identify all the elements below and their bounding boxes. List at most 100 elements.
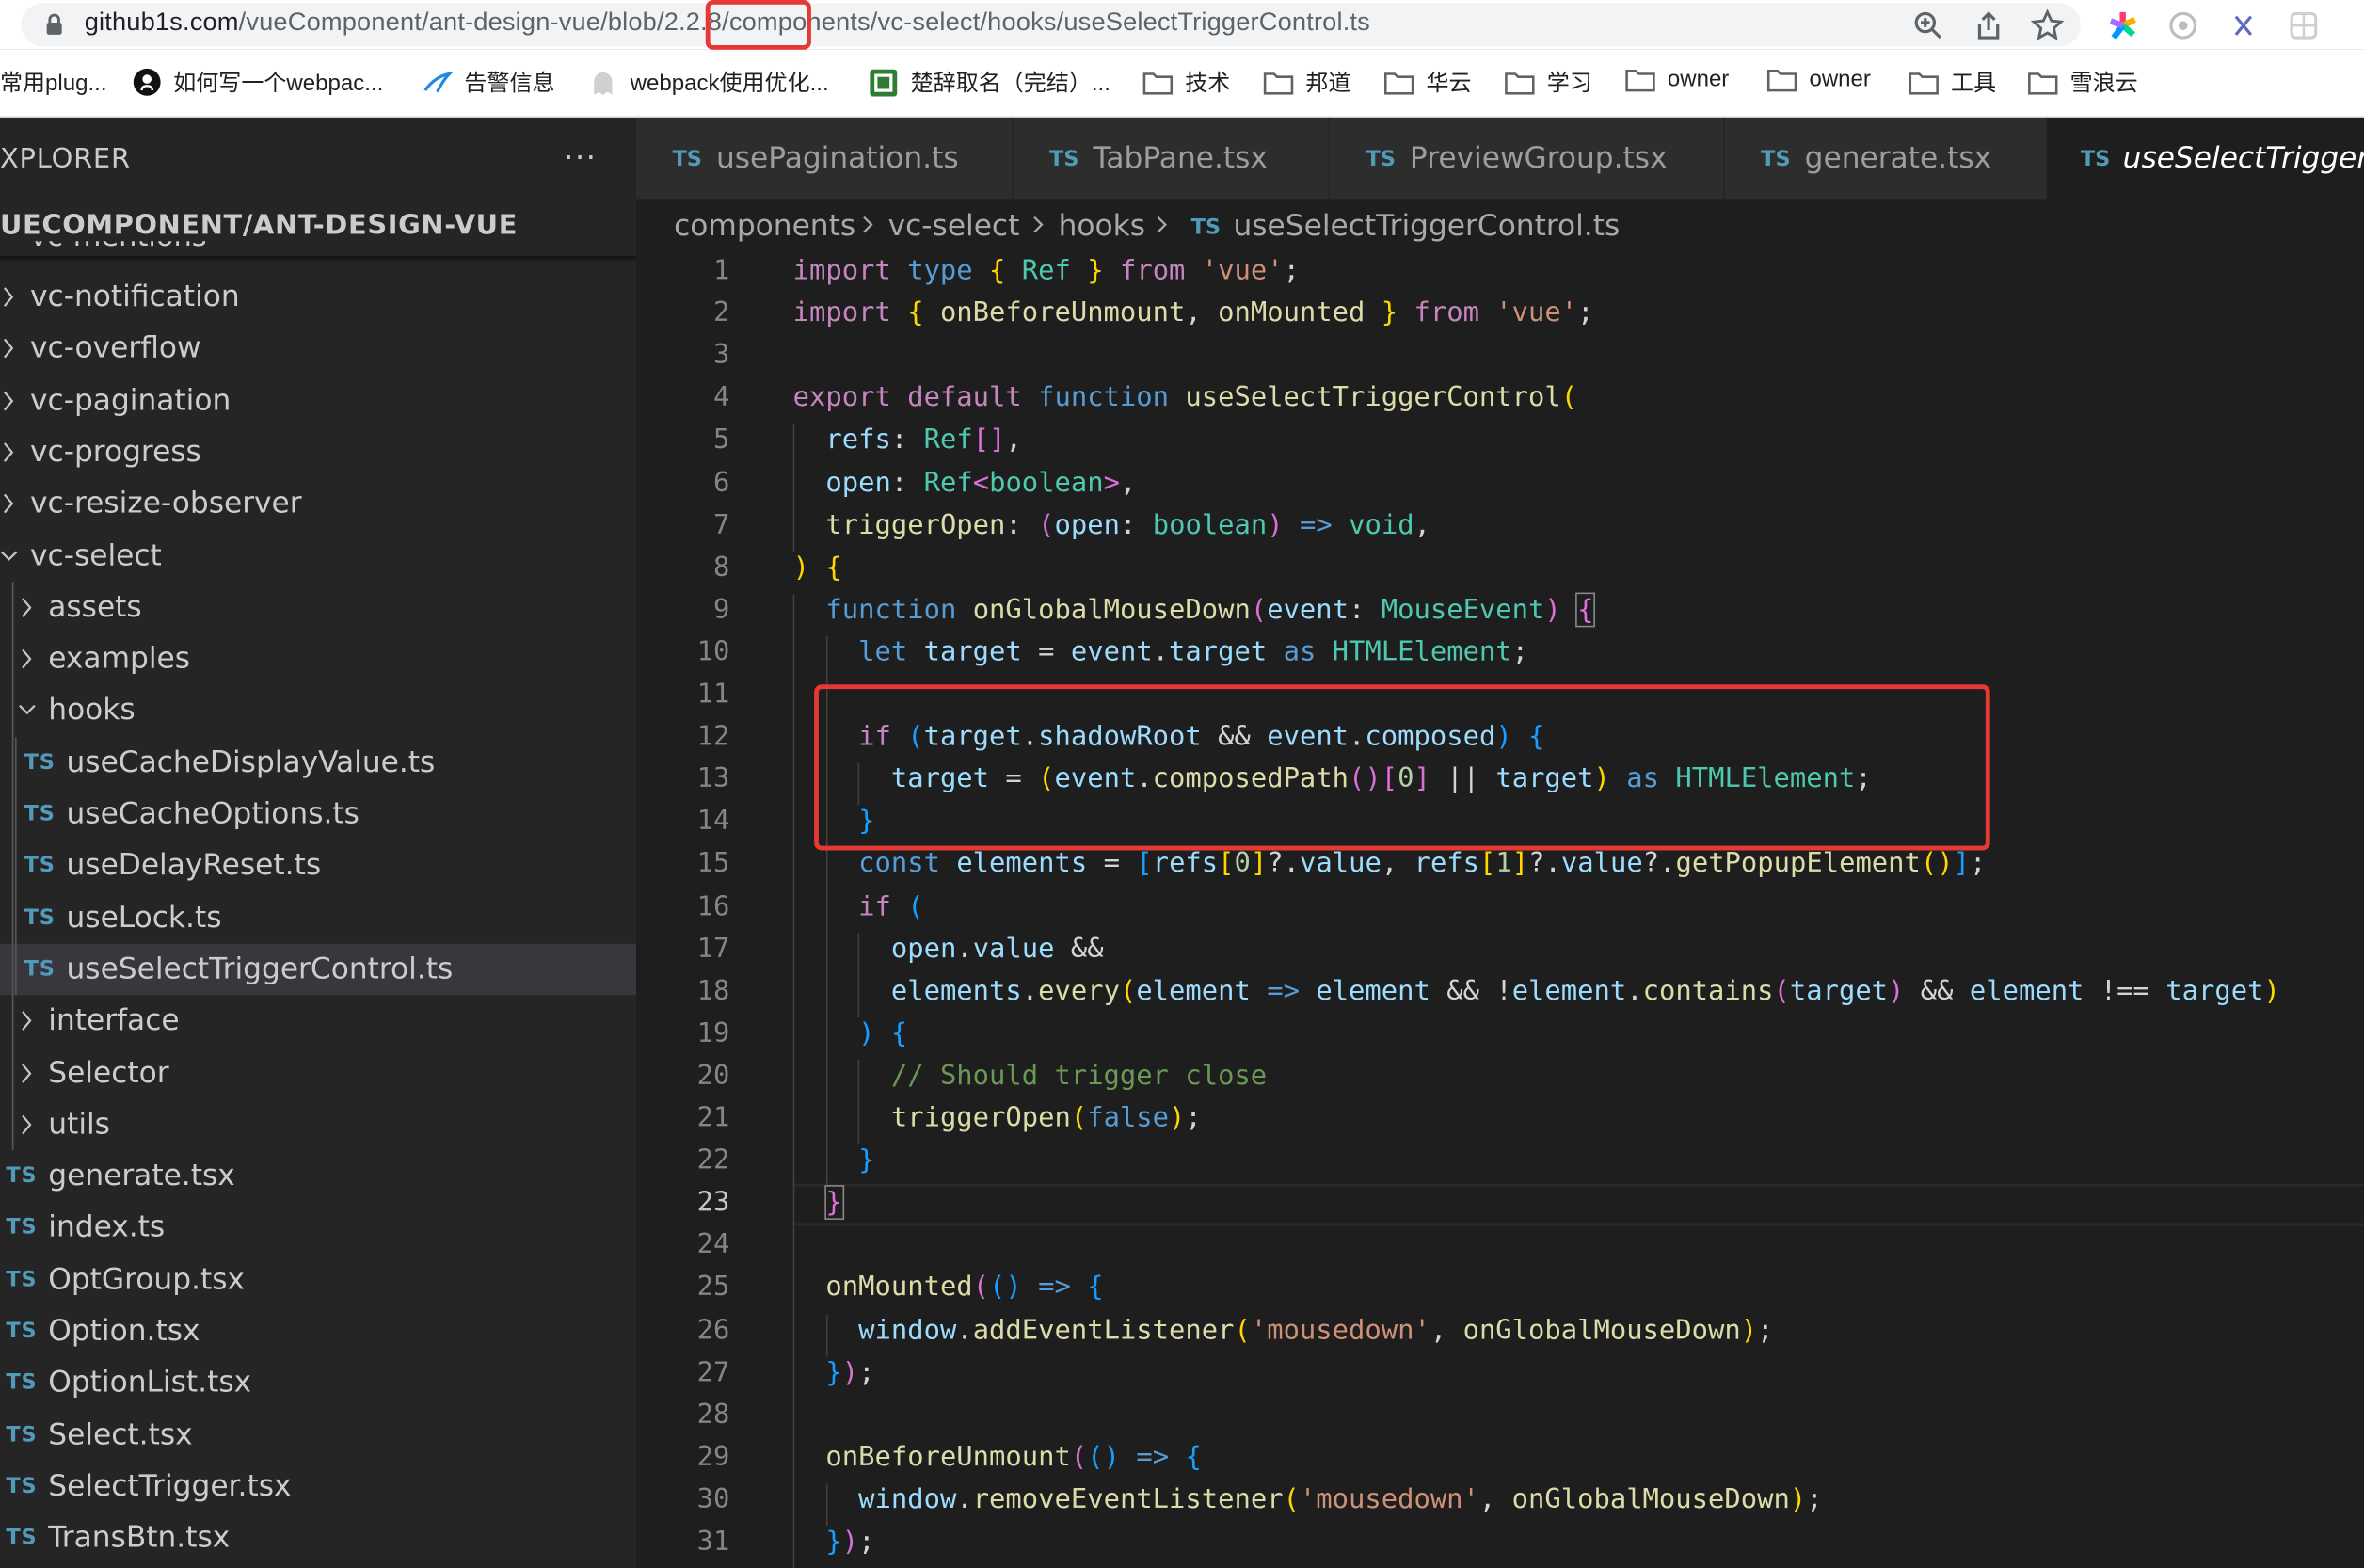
tree-file[interactable]: TS useCacheDisplayValue.ts	[0, 737, 636, 788]
tab-previewgroup[interactable]: TS PreviewGroup.tsx	[1330, 117, 1725, 200]
bookmark-item[interactable]: 告警信息	[423, 66, 555, 98]
bookmark-item[interactable]: 楚辞取名（完结）...	[869, 66, 1110, 98]
tree-folder[interactable]: utils	[0, 1098, 636, 1149]
more-actions-icon[interactable]: ···	[564, 138, 597, 174]
code-token: refs	[825, 424, 891, 456]
tab-generate[interactable]: TS generate.tsx	[1724, 117, 2048, 200]
tree-file[interactable]: TS index.ts	[0, 1202, 636, 1253]
code-token: :	[890, 466, 924, 499]
tab-label: PreviewGroup.tsx	[1409, 139, 1668, 175]
code-token: 'vue'	[1201, 254, 1284, 287]
code-line: if (	[793, 889, 924, 922]
folder-icon	[1383, 72, 1414, 94]
tree-folder[interactable]: vc-select	[0, 530, 636, 581]
tree-folder[interactable]: hooks	[0, 685, 636, 736]
bookmark-folder[interactable]: 学习	[1505, 66, 1592, 98]
tree-folder[interactable]: vc-pagination	[0, 375, 636, 425]
bookmark-star-icon[interactable]	[2030, 8, 2065, 42]
code-token: 1	[1495, 847, 1512, 880]
editor-tabs: TS usePagination.ts TS TabPane.tsx TS Previ…	[636, 117, 2364, 200]
bookmark-folder[interactable]: 工具	[1909, 66, 1996, 98]
tree-file[interactable]: TS useCacheOptions.ts	[0, 789, 636, 840]
tree-folder[interactable]: Selector	[0, 1048, 636, 1098]
tree-folder[interactable]: assets	[0, 582, 636, 632]
breadcrumb-item[interactable]: useSelectTriggerControl.ts	[1233, 208, 1620, 243]
extension-grid-icon[interactable]	[2287, 9, 2320, 42]
bookmark-folder[interactable]: 技术	[1142, 66, 1230, 98]
tree-file[interactable]: TS OptionList.tsx	[0, 1357, 636, 1408]
url-version-highlight	[705, 0, 811, 50]
code-token: (	[907, 889, 924, 922]
typescript-icon: TS	[6, 1526, 38, 1551]
tree-file[interactable]: TS TransBtn.tsx	[0, 1512, 636, 1563]
tree-file[interactable]: TS Option.tsx	[0, 1305, 636, 1356]
tab-useselecttriggercontrol[interactable]: TS useSelectTrigger	[2047, 117, 2364, 200]
tab-usepagination[interactable]: TS usePagination.ts	[636, 117, 1014, 200]
code-line: open: Ref<boolean>,	[793, 466, 1136, 499]
tree-folder[interactable]: interface	[0, 996, 636, 1047]
tree-item-label: vc-progress	[30, 434, 201, 470]
code-token: elements	[890, 974, 1022, 1007]
bookmark-folder[interactable]: owner	[1766, 66, 1871, 92]
bird-icon	[423, 71, 453, 92]
code-token: =>	[1136, 1441, 1170, 1473]
code-token: {	[1185, 1441, 1202, 1473]
code-token: 'mousedown'	[1299, 1483, 1479, 1515]
code-token: ;	[1511, 635, 1529, 668]
code-token: Ref	[923, 466, 973, 499]
tree-file[interactable]: TS SelectTrigger.tsx	[0, 1461, 636, 1512]
bookmark-folder[interactable]: 雪浪云	[2028, 66, 2138, 98]
extension-x-icon[interactable]	[2227, 9, 2260, 42]
typescript-icon: TS	[24, 802, 56, 826]
code-line: triggerOpen: (open: boolean) => void,	[793, 509, 1430, 541]
bookmark-item[interactable]: webpack使用优化...	[588, 66, 829, 98]
code-token: default	[907, 381, 1039, 414]
workspace-root[interactable]: UECOMPONENT/ANT-DESIGN-VUE	[0, 210, 518, 242]
bookmark-folder[interactable]: owner	[1625, 66, 1729, 92]
tree-file[interactable]: TS OptGroup.tsx	[0, 1254, 636, 1304]
code-line: elements.every(element => element && !el…	[793, 975, 2280, 1007]
tree-file[interactable]: TS useDelayReset.ts	[0, 840, 636, 891]
tree-item-label: Select.tsx	[48, 1416, 193, 1452]
code-token: []	[972, 424, 1006, 456]
share-icon[interactable]	[1972, 9, 2005, 42]
tab-tabpane[interactable]: TS TabPane.tsx	[1013, 117, 1331, 200]
bookmark-folder[interactable]: 华云	[1383, 66, 1472, 98]
code-token: function	[825, 593, 973, 626]
extension-pinwheel-icon[interactable]	[2106, 9, 2139, 42]
code-token: :	[890, 424, 924, 456]
code-token: (	[1038, 508, 1055, 541]
green-square-icon	[870, 68, 898, 96]
tree-folder[interactable]: vc-resize-observer	[0, 478, 636, 529]
breadcrumb-item[interactable]: vc-select	[888, 208, 1020, 243]
tree-file[interactable]: TS useLock.ts	[0, 892, 636, 943]
extension-circle-icon[interactable]	[2166, 9, 2199, 42]
tree-folder[interactable]: vc-notification	[0, 271, 636, 322]
code-editor[interactable]: 1 2 3 4 5 6 7 8 9 10 11 12 13 14 15 16 17 18 19 20 21 22 23 24 2…	[636, 249, 2364, 1568]
tree-file[interactable]: TS useSelectTriggerControl.ts	[0, 943, 637, 996]
breadcrumb-item[interactable]: components	[674, 208, 855, 243]
code-token: .	[1152, 635, 1170, 668]
bookmark-item[interactable]: 如何写一个webpac...	[133, 66, 383, 98]
explorer-header: XPLORER ···	[0, 118, 636, 202]
code-line: onBeforeUnmount(() => {	[793, 1441, 1202, 1473]
tree-folder[interactable]: examples	[0, 633, 636, 684]
code-token: value	[1300, 847, 1382, 880]
tree-item-label: assets	[48, 589, 142, 624]
tree-file[interactable]: TS generate.tsx	[0, 1150, 636, 1201]
code-token: boolean	[989, 466, 1104, 499]
code-token: }	[1381, 296, 1414, 329]
typescript-icon: TS	[1190, 216, 1222, 240]
code-token: 'mousedown'	[1250, 1314, 1430, 1346]
bookmark-folder[interactable]: 邦道	[1263, 66, 1350, 98]
tree-folder[interactable]: vc-overflow	[0, 323, 636, 374]
tree-file[interactable]: TS Select.tsx	[0, 1409, 636, 1460]
bookmark-item[interactable]: 常用plug...	[0, 66, 107, 98]
tree-folder[interactable]: vc-progress	[0, 426, 636, 477]
zoom-icon[interactable]	[1911, 9, 1944, 42]
chevron-right-icon	[863, 216, 873, 233]
breadcrumb-item[interactable]: hooks	[1059, 208, 1145, 243]
code-token: )	[792, 551, 810, 584]
